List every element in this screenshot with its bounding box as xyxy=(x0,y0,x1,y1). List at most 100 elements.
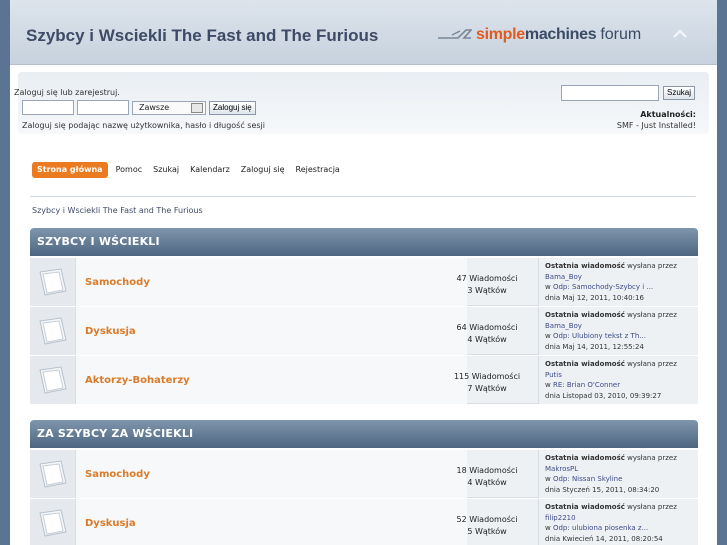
board-icon xyxy=(39,317,67,345)
divider xyxy=(30,196,696,197)
logo-machines: machines xyxy=(524,26,597,43)
post-count: 18 Wiadomości xyxy=(456,466,518,475)
search-button[interactable]: Szukaj xyxy=(663,86,696,100)
board-stats: 18 Wiadomości 4 Wątków xyxy=(437,465,537,489)
last-post-label: Ostatnia wiadomość xyxy=(545,454,625,462)
last-post-by: wysłana przez xyxy=(627,262,677,270)
last-post-label: Ostatnia wiadomość xyxy=(545,503,625,511)
board-row: Samochody 47 Wiadomości 3 Wątków Ostatnia w… xyxy=(30,258,698,306)
last-post-topic[interactable]: Odp: Ulubiony tekst z Th... xyxy=(553,332,646,340)
board-name-cell: Dyskusja xyxy=(76,499,467,545)
smf-logo-icon xyxy=(438,29,472,39)
login-note: Zaloguj się podając nazwę użytkownika, h… xyxy=(22,121,265,130)
news-text: SMF - Just Installed! xyxy=(616,121,696,130)
post-count: 52 Wiadomości xyxy=(456,515,518,524)
last-post-in: w xyxy=(545,475,551,483)
last-post-by: wysłana przez xyxy=(627,454,677,462)
post-count: 47 Wiadomości xyxy=(456,274,518,283)
last-post-info: Ostatnia wiadomość wysłana przez MakrosPL… xyxy=(545,453,699,495)
board-icon xyxy=(39,366,67,394)
board-row: Dyskusja 64 Wiadomości 4 Wątków Ostatnia wi… xyxy=(30,307,698,355)
board-icon-cell xyxy=(30,307,76,355)
last-post-user[interactable]: filip2210 xyxy=(545,513,699,524)
last-post-date: dnia Listopad 03, 2010, 09:39:27 xyxy=(545,391,662,400)
smf-logo[interactable]: simple machines forum xyxy=(438,24,641,46)
last-post-by: wysłana przez xyxy=(627,311,677,319)
last-post-user[interactable]: Bama_Boy xyxy=(545,321,699,332)
login-button[interactable]: Zaloguj się xyxy=(209,100,256,115)
board-row: Dyskusja 52 Wiadomości 5 Wątków Ostatnia wi… xyxy=(30,499,698,545)
last-post-user[interactable]: MakrosPL xyxy=(545,464,699,475)
board-name-link[interactable]: Dyskusja xyxy=(85,518,136,529)
post-count: 115 Wiadomości xyxy=(453,372,521,381)
logo-simple: simple xyxy=(476,26,525,43)
menu-calendar[interactable]: Kalendarz xyxy=(190,162,230,178)
last-post-user[interactable]: Bama_Boy xyxy=(545,272,699,283)
category-header[interactable]: SZYBCY I WŚCIEKLI xyxy=(30,228,698,256)
board-icon-cell xyxy=(30,499,76,545)
last-post-topic[interactable]: Odp: Samochody-Szybcy i ... xyxy=(553,283,653,291)
board-icon-cell xyxy=(30,450,76,498)
session-length-value: Zawsze xyxy=(139,102,170,112)
board-icon xyxy=(39,460,67,488)
board-icon-cell xyxy=(30,356,76,404)
last-post-label: Ostatnia wiadomość xyxy=(545,262,625,270)
last-post-cell: Ostatnia wiadomość wysłana przez Bama_Boy… xyxy=(538,258,698,306)
quick-login-form: Zawsze Zaloguj się xyxy=(22,100,256,115)
last-post-label: Ostatnia wiadomość xyxy=(545,311,625,319)
login-hint[interactable]: Zaloguj się lub zarejestruj. xyxy=(14,88,120,97)
last-post-info: Ostatnia wiadomość wysłana przez filip221… xyxy=(545,502,699,544)
last-post-in: w xyxy=(545,381,551,389)
board-name-link[interactable]: Dyskusja xyxy=(85,326,136,337)
forum-header: Szybcy i Wsciekli The Fast and The Furio… xyxy=(10,0,717,65)
last-post-date: dnia Kwiecień 14, 2011, 08:20:54 xyxy=(545,534,663,543)
board-name-link[interactable]: Samochody xyxy=(85,469,150,480)
menu-home[interactable]: Strona główna xyxy=(32,162,108,178)
password-input[interactable] xyxy=(77,100,129,115)
board-stats: 52 Wiadomości 5 Wątków xyxy=(437,514,537,538)
menu-search[interactable]: Szukaj xyxy=(153,162,179,178)
last-post-topic[interactable]: RE: Brian O'Conner xyxy=(553,381,620,389)
board-name-link[interactable]: Samochody xyxy=(85,277,150,288)
last-post-info: Ostatnia wiadomość wysłana przez Putis w R… xyxy=(545,359,699,401)
board-name-cell: Samochody xyxy=(76,258,467,306)
board-name-cell: Dyskusja xyxy=(76,307,467,355)
post-count: 64 Wiadomości xyxy=(456,323,518,332)
last-post-in: w xyxy=(545,524,551,532)
logo-forum: forum xyxy=(600,26,642,43)
board-stats: 47 Wiadomości 3 Wątków xyxy=(437,273,537,297)
board-stats: 64 Wiadomości 4 Wątków xyxy=(437,322,537,346)
last-post-date: dnia Maj 14, 2011, 12:55:24 xyxy=(545,342,644,351)
menu-help[interactable]: Pomoc xyxy=(116,162,143,178)
board-stats: 115 Wiadomości 7 Wątków xyxy=(437,371,537,395)
chevron-down-icon xyxy=(191,102,203,113)
topic-count: 3 Wątków xyxy=(467,286,507,295)
last-post-by: wysłana przez xyxy=(627,360,677,368)
collapse-header-icon[interactable] xyxy=(672,28,688,40)
forum-title[interactable]: Szybcy i Wsciekli The Fast and The Furio… xyxy=(26,26,378,46)
news-title: Aktualności: xyxy=(640,110,696,119)
board-row: Aktorzy-Bohaterzy 115 Wiadomości 7 Wątków O… xyxy=(30,356,698,404)
search-input[interactable] xyxy=(561,85,659,101)
topic-count: 4 Wątków xyxy=(467,478,507,487)
last-post-in: w xyxy=(545,332,551,340)
last-post-topic[interactable]: Odp: ulubiona piosenka z... xyxy=(553,524,648,532)
last-post-topic[interactable]: Odp: Nissan Skyline xyxy=(553,475,622,483)
breadcrumb[interactable]: Szybcy i Wsciekli The Fast and The Furio… xyxy=(32,206,203,215)
menu-register[interactable]: Rejestracja xyxy=(296,162,340,178)
last-post-by: wysłana przez xyxy=(627,503,677,511)
board-icon-cell xyxy=(30,258,76,306)
last-post-date: dnia Styczeń 15, 2011, 08:34:20 xyxy=(545,485,660,494)
username-input[interactable] xyxy=(22,100,74,115)
last-post-date: dnia Maj 12, 2011, 10:40:16 xyxy=(545,293,644,302)
board-icon xyxy=(39,509,67,537)
category-header[interactable]: ZA SZYBCY ZA WŚCIEKLI xyxy=(30,420,698,448)
session-length-select[interactable]: Zawsze xyxy=(132,100,206,115)
menu-login[interactable]: Zaloguj się xyxy=(241,162,285,178)
board-name-link[interactable]: Aktorzy-Bohaterzy xyxy=(85,375,190,386)
last-post-user[interactable]: Putis xyxy=(545,370,699,381)
board-name-cell: Aktorzy-Bohaterzy xyxy=(76,356,467,404)
board-row: Samochody 18 Wiadomości 4 Wątków Ostatnia w… xyxy=(30,450,698,498)
last-post-cell: Ostatnia wiadomość wysłana przez Putis w R… xyxy=(538,356,698,404)
board-icon xyxy=(39,268,67,296)
